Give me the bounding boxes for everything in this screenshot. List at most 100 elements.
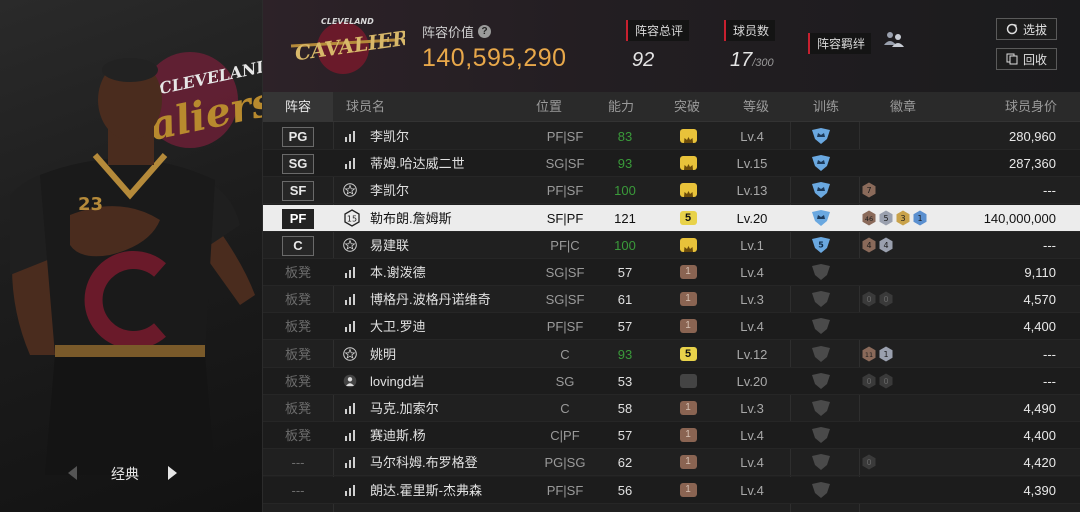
- table-row[interactable]: SG 蒂姆.哈达威二世 SG|SF 93 Lv.15 287,360: [263, 150, 1080, 178]
- badges[interactable]: 7: [861, 177, 981, 204]
- player-name[interactable]: 易建联: [370, 232, 530, 259]
- player-name[interactable]: 蒂姆.哈达威二世: [370, 150, 530, 177]
- training-shield-icon[interactable]: [811, 128, 831, 144]
- training-shield-icon[interactable]: [811, 345, 831, 362]
- player-name[interactable]: 赛迪斯.杨: [370, 422, 530, 449]
- training-shield-icon[interactable]: [811, 209, 831, 226]
- training[interactable]: [790, 477, 852, 504]
- training-shield-icon[interactable]: [811, 155, 831, 172]
- table-row[interactable]: 板凳 lovingd岩 SG 53 Lv.20 0 0 ---: [263, 367, 1080, 395]
- badges[interactable]: 0: [861, 449, 981, 476]
- breakthrough[interactable]: 1: [668, 395, 708, 422]
- player-name[interactable]: 朗达.霍里斯-杰弗森: [370, 477, 530, 504]
- badges[interactable]: [861, 477, 981, 504]
- badges[interactable]: 44: [861, 232, 981, 259]
- breakthrough[interactable]: 1: [668, 286, 708, 313]
- training[interactable]: [790, 123, 852, 150]
- table-row[interactable]: 板凳 大卫.罗迪 PF|SF 57 1 Lv.4 4,400: [263, 313, 1080, 341]
- badges[interactable]: 46 5 3 1: [861, 205, 981, 232]
- training[interactable]: [790, 286, 852, 313]
- col-position[interactable]: 位置: [536, 92, 562, 122]
- training-shield-icon[interactable]: [811, 264, 831, 280]
- badges[interactable]: [861, 422, 981, 449]
- training-shield-icon[interactable]: [811, 400, 831, 416]
- training-shield-icon[interactable]: [811, 454, 831, 471]
- col-training[interactable]: 训练: [813, 92, 839, 122]
- breakthrough[interactable]: [668, 177, 708, 204]
- training-shield-icon[interactable]: [811, 372, 831, 389]
- breakthrough[interactable]: [668, 123, 708, 150]
- next-mode-arrow-icon[interactable]: [168, 466, 177, 480]
- badges[interactable]: 00: [861, 286, 981, 313]
- training-shield-icon[interactable]: [811, 182, 831, 199]
- player-name[interactable]: 马克.加索尔: [370, 395, 530, 422]
- badges[interactable]: [861, 313, 981, 340]
- training[interactable]: [790, 449, 852, 476]
- col-badges[interactable]: 徽章: [890, 92, 916, 122]
- table-row[interactable]: C 易建联 PF|C 100 Lv.1 5 4 4 ---: [263, 232, 1080, 259]
- table-row[interactable]: 板凳 博格丹.波格丹诺维奇 SG|SF 61 1 Lv.3 0 0 4,570: [263, 286, 1080, 314]
- table-row[interactable]: 板凳 本.谢泼德 SG|SF 57 1 Lv.4 9,110: [263, 259, 1080, 286]
- badges[interactable]: [861, 259, 981, 286]
- svg-text:0: 0: [883, 377, 888, 386]
- player-name[interactable]: 马尔科姆.布罗格登: [370, 449, 530, 476]
- breakthrough[interactable]: 1: [668, 477, 708, 504]
- breakthrough[interactable]: 5: [668, 341, 708, 368]
- player-name[interactable]: 李凯尔: [370, 177, 530, 204]
- breakthrough[interactable]: 5: [668, 205, 708, 232]
- breakthrough[interactable]: [668, 368, 708, 395]
- player-name[interactable]: 本.谢泼德: [370, 259, 530, 286]
- breakthrough[interactable]: 1: [668, 259, 708, 286]
- table-row[interactable]: PG 李凯尔 PF|SF 83 Lv.4 280,960: [263, 123, 1080, 150]
- badges[interactable]: 11 1: [861, 341, 981, 368]
- player-name[interactable]: 博格丹.波格丹诺维奇: [370, 286, 530, 313]
- player-name[interactable]: 勒布朗.詹姆斯: [370, 205, 530, 232]
- breakthrough[interactable]: [668, 232, 708, 259]
- prev-mode-arrow-icon[interactable]: [68, 466, 77, 480]
- table-row[interactable]: 板凳 姚明 C 93 5 Lv.12 11 1 ---: [263, 341, 1080, 368]
- breakthrough[interactable]: 1: [668, 313, 708, 340]
- training[interactable]: [790, 313, 852, 340]
- help-icon[interactable]: ?: [478, 25, 492, 38]
- training[interactable]: [790, 341, 852, 368]
- player-name[interactable]: 大卫.罗迪: [370, 313, 530, 340]
- table-row[interactable]: --- 朗达.霍里斯-杰弗森 PF|SF 56 1 Lv.4 4,390: [263, 476, 1080, 504]
- badges[interactable]: 00: [861, 368, 981, 395]
- badges[interactable]: [861, 395, 981, 422]
- training-shield-icon[interactable]: 5: [811, 236, 831, 253]
- training-shield-icon[interactable]: [811, 291, 831, 308]
- training-shield-icon[interactable]: [811, 427, 831, 444]
- col-lineup[interactable]: 阵容: [263, 92, 333, 122]
- table-row[interactable]: 板凳 马克.加索尔 C 58 1 Lv.3 4,490: [263, 395, 1080, 422]
- training[interactable]: 5: [790, 232, 852, 259]
- breakthrough[interactable]: 1: [668, 422, 708, 449]
- badges[interactable]: [861, 123, 981, 150]
- badges[interactable]: [861, 150, 981, 177]
- select-button[interactable]: 选拔: [996, 18, 1057, 40]
- training[interactable]: [790, 422, 852, 449]
- player-name[interactable]: 李凯尔: [370, 123, 530, 150]
- table-row[interactable]: SF 李凯尔 PF|SF 100 Lv.13 7 ---: [263, 177, 1080, 205]
- training[interactable]: [790, 259, 852, 286]
- col-level[interactable]: 等级: [743, 92, 769, 122]
- table-row[interactable]: 板凳 赛迪斯.杨 C|PF 57 1 Lv.4 4,400: [263, 422, 1080, 450]
- training[interactable]: [790, 205, 852, 232]
- col-player-name[interactable]: 球员名: [346, 92, 385, 122]
- training[interactable]: [790, 395, 852, 422]
- table-row[interactable]: PF 15 勒布朗.詹姆斯 SF|PF 121 5 Lv.20 46 5 3 1 140,000,00…: [263, 204, 1080, 232]
- training[interactable]: [790, 150, 852, 177]
- col-player-value[interactable]: 球员身价: [1005, 92, 1057, 122]
- player-name[interactable]: lovingd岩: [370, 368, 530, 395]
- breakthrough[interactable]: 1: [668, 449, 708, 476]
- training[interactable]: [790, 368, 852, 395]
- col-breakthrough[interactable]: 突破: [674, 92, 700, 122]
- training-shield-icon[interactable]: [811, 481, 831, 498]
- training[interactable]: [790, 177, 852, 204]
- breakthrough[interactable]: [668, 150, 708, 177]
- table-row[interactable]: --- 马尔科姆.布罗格登 PG|SG 62 1 Lv.4 0 4,420: [263, 449, 1080, 477]
- col-rating[interactable]: 能力: [608, 92, 634, 122]
- chemistry-icon[interactable]: [883, 30, 905, 48]
- player-name[interactable]: 姚明: [370, 341, 530, 368]
- recycle-button[interactable]: 回收: [996, 48, 1057, 70]
- training-shield-icon[interactable]: [811, 318, 831, 335]
